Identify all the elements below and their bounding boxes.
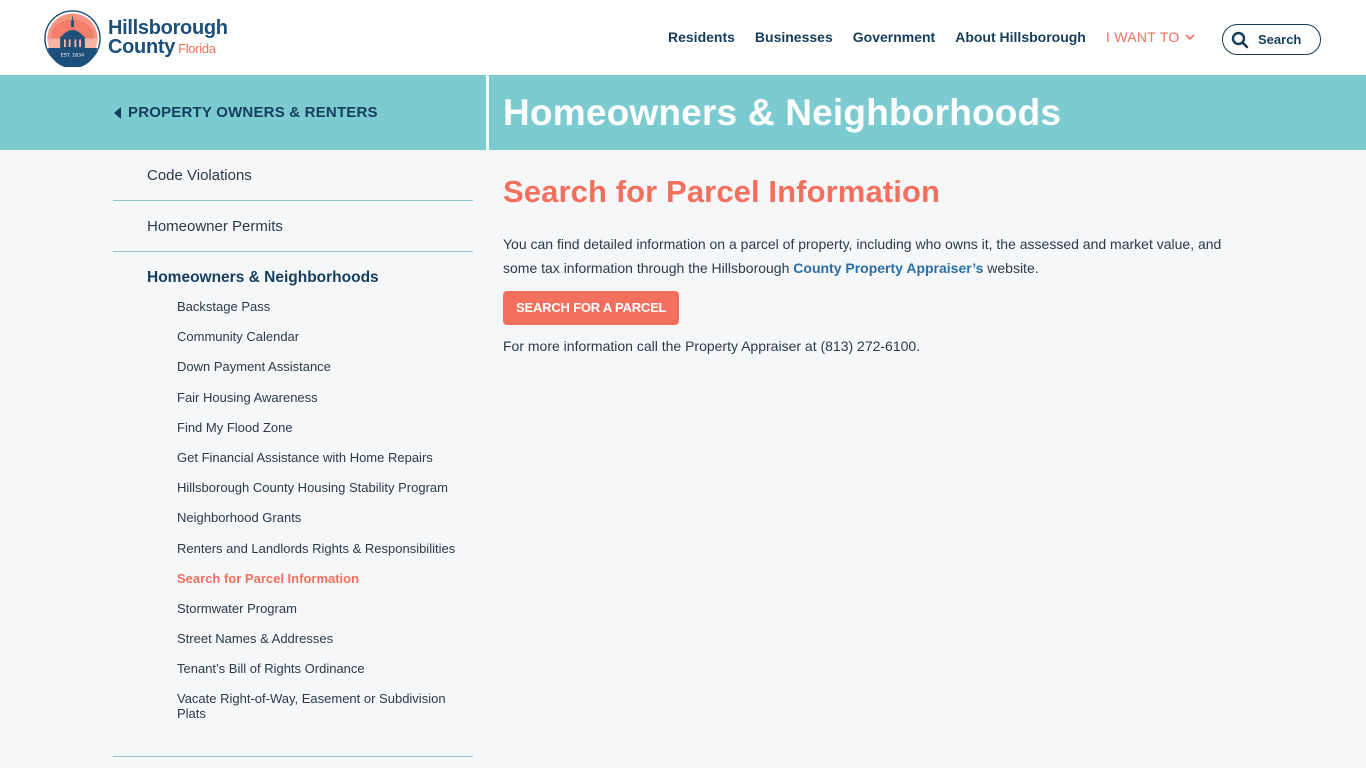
- sidebar-subitem[interactable]: Community Calendar: [177, 329, 467, 344]
- sidebar-subitem[interactable]: Street Names & Addresses: [177, 631, 467, 646]
- sidebar-subitem[interactable]: Vacate Right-of-Way, Easement or Subdivi…: [177, 691, 467, 721]
- county-logo[interactable]: EST. 1834 Hillsborough County Florida: [44, 10, 228, 67]
- main-nav: Residents Businesses Government About Hi…: [668, 29, 1216, 45]
- content-heading: Search for Parcel Information: [503, 174, 941, 209]
- page-title: Homeowners & Neighborhoods: [503, 92, 1062, 133]
- logo-line2: County Florida: [108, 36, 228, 58]
- sidebar-subitem[interactable]: Find My Flood Zone: [177, 420, 467, 435]
- logo-wordmark: Hillsborough County Florida: [108, 18, 228, 58]
- search-icon: [1231, 31, 1249, 48]
- nav-businesses[interactable]: Businesses: [755, 29, 833, 45]
- logo-county: County: [108, 36, 176, 58]
- nav-about-hillsborough[interactable]: About Hillsborough: [955, 29, 1086, 45]
- more-info-text: For more information call the Property A…: [503, 338, 921, 354]
- sidebar-subitem[interactable]: Backstage Pass: [177, 299, 467, 314]
- sidebar-nav: Code Violations Homeowner Permits Homeow…: [113, 150, 473, 737]
- sidebar-subitem[interactable]: Neighborhood Grants: [177, 510, 467, 525]
- main-content: Search for Parcel Information You can fi…: [503, 174, 1263, 354]
- search-button[interactable]: Search: [1222, 24, 1321, 55]
- nav-i-want-to[interactable]: I WANT TO: [1106, 29, 1196, 45]
- intro-text-after: website.: [983, 260, 1039, 276]
- sidebar-subitem-active[interactable]: Search for Parcel Information: [177, 571, 467, 586]
- sidebar-subitem[interactable]: Fair Housing Awareness: [177, 390, 467, 405]
- sidebar-sub-list: Backstage Pass Community Calendar Down P…: [147, 299, 473, 721]
- property-appraiser-link[interactable]: County Property Appraiser’s: [793, 260, 983, 276]
- site-header: EST. 1834 Hillsborough County Florida Res…: [0, 0, 1366, 75]
- sidebar-subitem[interactable]: Stormwater Program: [177, 601, 467, 616]
- chevron-down-icon: [1185, 34, 1195, 41]
- back-link-label: PROPERTY OWNERS & RENTERS: [128, 104, 378, 121]
- intro-paragraph: You can find detailed information on a p…: [503, 232, 1253, 280]
- back-to-property-owners-link[interactable]: PROPERTY OWNERS & RENTERS: [114, 104, 378, 121]
- sidebar-subitem[interactable]: Hillsborough County Housing Stability Pr…: [177, 480, 467, 495]
- sidebar-item-code-violations[interactable]: Code Violations: [113, 150, 473, 201]
- sidebar-subitem[interactable]: Down Payment Assistance: [177, 359, 467, 374]
- nav-government[interactable]: Government: [853, 29, 935, 45]
- search-label: Search: [1258, 32, 1302, 47]
- sidebar-subitem[interactable]: Tenant’s Bill of Rights Ordinance: [177, 661, 467, 676]
- seal-text: EST. 1834: [61, 53, 84, 59]
- sidebar-item-homeowner-permits[interactable]: Homeowner Permits: [113, 201, 473, 252]
- sidebar-section: Homeowners & Neighborhoods Backstage Pas…: [113, 252, 473, 721]
- nav-i-want-to-label: I WANT TO: [1105, 29, 1180, 45]
- nav-residents[interactable]: Residents: [668, 29, 735, 45]
- sidebar-subitem[interactable]: Renters and Landlords Rights & Responsib…: [177, 541, 467, 556]
- sidebar-subitem[interactable]: Get Financial Assistance with Home Repai…: [177, 450, 467, 465]
- caret-left-icon: [114, 106, 121, 119]
- search-for-parcel-button[interactable]: SEARCH FOR A PARCEL: [503, 291, 680, 325]
- sidebar-divider: [113, 756, 473, 757]
- county-seal-icon: EST. 1834: [44, 10, 101, 67]
- logo-state: Florida: [178, 41, 216, 56]
- sidebar-item-homeowners-neighborhoods[interactable]: Homeowners & Neighborhoods: [147, 269, 473, 287]
